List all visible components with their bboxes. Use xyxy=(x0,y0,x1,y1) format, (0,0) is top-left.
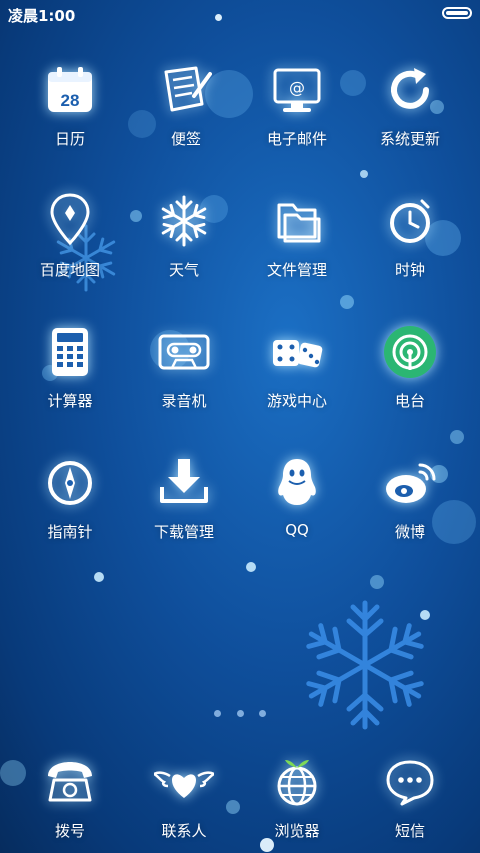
app-label: 微博 xyxy=(394,523,425,541)
weibo-icon xyxy=(386,463,436,503)
app-label: 天气 xyxy=(168,261,199,279)
bokeh-light xyxy=(340,295,354,309)
map-pin-icon xyxy=(50,193,90,246)
dock-dialer[interactable]: 拨号 xyxy=(10,752,130,841)
download-icon xyxy=(160,459,208,503)
app-label: 系统更新 xyxy=(379,130,440,148)
dock: 拨号 联系人 浏览器 短信 xyxy=(0,752,480,853)
app-label: 时钟 xyxy=(394,261,425,279)
bokeh-light xyxy=(246,562,256,572)
app-weather[interactable]: 天气 xyxy=(124,191,244,280)
app-label: 短信 xyxy=(394,822,425,840)
bokeh-light xyxy=(450,430,464,444)
app-label: 电子邮件 xyxy=(266,130,327,148)
app-weibo[interactable]: 微博 xyxy=(350,453,470,542)
app-qq[interactable]: QQ xyxy=(237,453,357,539)
app-file-manager[interactable]: 文件管理 xyxy=(237,191,357,280)
app-recorder[interactable]: 录音机 xyxy=(124,322,244,411)
app-download-manager[interactable]: 下载管理 xyxy=(124,453,244,542)
app-email[interactable]: @ 电子邮件 xyxy=(237,60,357,149)
folder-icon xyxy=(277,203,321,243)
qq-penguin-icon xyxy=(278,459,316,505)
refresh-icon xyxy=(391,68,429,109)
app-label: QQ xyxy=(285,521,309,539)
bokeh-light xyxy=(360,170,368,178)
email-icon: @ xyxy=(273,68,321,112)
app-label: 电台 xyxy=(394,392,425,410)
notes-icon xyxy=(164,66,212,112)
status-bar: 凌晨1:00 xyxy=(0,0,480,28)
calculator-icon xyxy=(52,328,88,376)
globe-icon xyxy=(277,760,317,806)
app-notes[interactable]: 便签 xyxy=(126,60,246,149)
app-label: 百度地图 xyxy=(39,261,100,279)
page-dot[interactable] xyxy=(258,710,266,717)
bokeh-light xyxy=(370,575,384,589)
page-dot[interactable] xyxy=(214,710,222,717)
app-calculator[interactable]: 计算器 xyxy=(10,322,130,411)
app-label: 联系人 xyxy=(161,822,207,840)
app-system-update[interactable]: 系统更新 xyxy=(350,60,470,149)
app-label: 拨号 xyxy=(54,822,85,840)
app-calendar[interactable]: 28 日历 xyxy=(10,60,130,149)
winged-heart-icon xyxy=(154,771,214,798)
app-compass[interactable]: 指南针 xyxy=(10,453,130,542)
battery-icon xyxy=(442,7,472,19)
dock-messages[interactable]: 短信 xyxy=(350,752,470,841)
radio-icon xyxy=(384,326,436,378)
cassette-icon xyxy=(158,334,210,370)
dock-browser[interactable]: 浏览器 xyxy=(237,752,357,841)
compass-icon xyxy=(48,461,92,505)
app-radio[interactable]: 电台 xyxy=(350,322,470,411)
app-game-center[interactable]: 游戏中心 xyxy=(237,322,357,411)
app-label: 下载管理 xyxy=(153,523,214,541)
app-label: 指南针 xyxy=(47,523,93,541)
telephone-icon xyxy=(48,762,92,802)
bokeh-light xyxy=(94,572,104,582)
snowflake-icon xyxy=(158,195,210,247)
calendar-day: 28 xyxy=(61,91,80,110)
app-baidu-maps[interactable]: 百度地图 xyxy=(10,191,130,280)
app-clock[interactable]: 时钟 xyxy=(350,191,470,280)
app-label: 日历 xyxy=(54,130,85,148)
status-time: 凌晨1:00 xyxy=(8,7,76,25)
app-label: 计算器 xyxy=(47,392,93,410)
page-dot[interactable] xyxy=(236,710,244,717)
app-label: 便签 xyxy=(170,130,201,148)
chat-bubble-icon xyxy=(386,760,434,806)
page-indicator[interactable] xyxy=(0,702,480,721)
clock-icon xyxy=(390,199,430,243)
app-label: 游戏中心 xyxy=(266,392,327,410)
dock-contacts[interactable]: 联系人 xyxy=(124,752,244,841)
app-label: 浏览器 xyxy=(274,822,320,840)
app-label: 录音机 xyxy=(161,392,207,410)
svg-text:@: @ xyxy=(289,78,305,97)
calendar-icon: 28 xyxy=(48,67,92,112)
dice-icon xyxy=(273,340,323,368)
app-label: 文件管理 xyxy=(266,261,327,279)
